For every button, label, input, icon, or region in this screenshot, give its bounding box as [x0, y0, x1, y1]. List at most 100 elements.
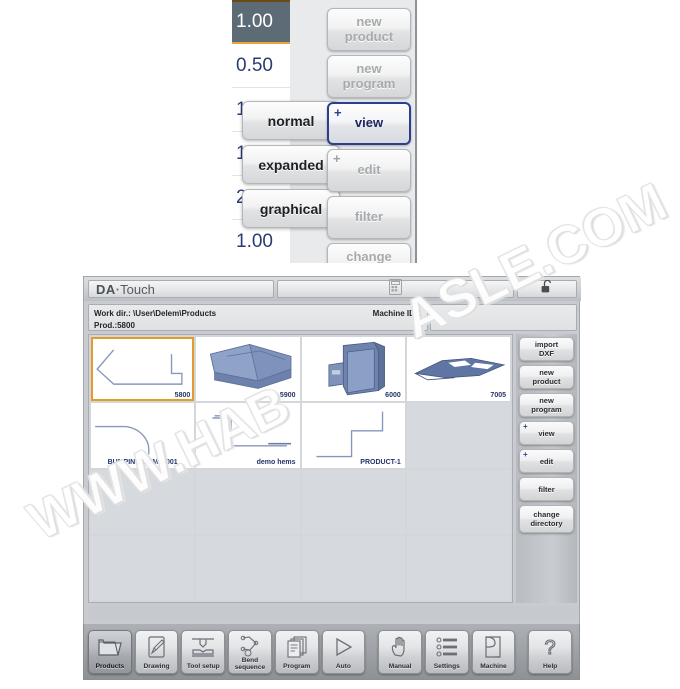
keypad-button[interactable] [277, 278, 514, 300]
plus-icon: + [334, 105, 342, 120]
new-program-button[interactable]: new program [519, 393, 574, 417]
product-tile-demo-hems[interactable]: demo hems [196, 403, 300, 468]
product-tile-5800[interactable]: 5800 [91, 337, 195, 402]
product-label: Prod.: [94, 320, 118, 330]
toolbar-manual-label: Manual [388, 662, 412, 670]
overlay-new-program-button[interactable]: new program [327, 55, 411, 98]
change-directory-line2: directory [530, 519, 563, 528]
toolbar-machine-button[interactable]: Machine [471, 629, 516, 674]
machine-id-text: Machine ID:1 [372, 309, 422, 318]
product-tile-label: PRODUCT-1 [360, 458, 401, 466]
toolbar-settings-label: Settings [433, 662, 460, 670]
product-tile-empty[interactable] [196, 469, 300, 534]
question-mark-icon: ? [536, 634, 564, 660]
bottom-toolbar: Products Drawing Tool setup Bend sequenc… [83, 624, 580, 680]
plus-icon: + [333, 151, 341, 166]
product-tile-product-1[interactable]: PRODUCT-1 [301, 403, 405, 468]
toolbar-tool-setup-button[interactable]: Tool setup [181, 629, 226, 674]
overlay-value-row[interactable]: 1.00 [232, 0, 290, 44]
product-tile-label: 5900 [279, 392, 296, 400]
product-tile-empty[interactable] [196, 535, 300, 600]
machine-page-icon [479, 634, 507, 660]
overlay-edit-button[interactable]: + edit [327, 149, 411, 192]
overlay-new-product-line1: new [356, 13, 382, 29]
product-tile-empty[interactable] [301, 469, 405, 534]
overlay-mode-graphical-button[interactable]: graphical [242, 189, 340, 228]
import-dxf-line1: import [534, 340, 559, 349]
work-dir-text: Work dir.: \User\Delem\Products [94, 308, 216, 320]
toolbar-drawing-button[interactable]: Drawing [134, 629, 179, 674]
overlay-view-button[interactable]: + view [327, 102, 411, 145]
toolbar-help-button[interactable]: ? Help [528, 629, 573, 674]
toolbar-settings-button[interactable]: Settings [424, 629, 469, 674]
overlay-mode-expanded-button[interactable]: expanded [242, 145, 340, 184]
new-product-line2: product [532, 377, 561, 386]
product-tile-empty[interactable] [91, 469, 195, 534]
product-grid-panel: 5800 5900 6000 7005 BUMPING DEMO-001 dem… [88, 334, 513, 603]
filter-button[interactable]: filter [519, 477, 574, 501]
overlay-change-directory-line1: change [346, 248, 392, 263]
new-program-line1: new [539, 396, 554, 405]
overlay-new-program-line1: new [356, 60, 382, 76]
brand-da: DA [96, 281, 116, 297]
product-tile-label: demo hems [256, 458, 296, 466]
edit-button[interactable]: + edit [519, 449, 574, 473]
plus-icon: + [523, 450, 528, 459]
work-dir-value: \User\Delem\Products [132, 309, 217, 318]
overlay-new-product-button[interactable]: new product [327, 8, 411, 51]
svg-text:?: ? [545, 637, 556, 659]
toolbar-manual-button[interactable]: Manual [378, 629, 422, 674]
title-bar: DA · Touch [84, 277, 581, 301]
import-dxf-line2: DXF [539, 349, 554, 358]
overlay-panel: 1.00 0.50 1 1 2 1.00 normal expanded gra… [232, 0, 417, 263]
product-tile-7005[interactable]: 7005 [406, 337, 510, 402]
overlay-mode-normal-button[interactable]: normal [242, 101, 340, 140]
view-button[interactable]: + view [519, 421, 574, 445]
sliders-list-icon [433, 634, 461, 660]
toolbar-help-label: Help [543, 662, 558, 670]
new-product-line1: new [539, 368, 554, 377]
new-product-button[interactable]: new product [519, 365, 574, 389]
brand-touch: Touch [120, 281, 155, 297]
toolbar-bend-sequence-button[interactable]: Bend sequence [228, 629, 272, 674]
import-dxf-button[interactable]: import DXF [519, 337, 574, 361]
toolbar-program-button[interactable]: Program [274, 629, 319, 674]
overlay-filter-button[interactable]: filter [327, 196, 411, 239]
toolbar-products-button[interactable]: Products [88, 629, 132, 674]
folder-icon [96, 634, 124, 660]
toolbar-drawing-label: Drawing [143, 662, 170, 670]
change-directory-button[interactable]: change directory [519, 505, 574, 533]
toolbar-bend-sequence-line2: sequence [234, 663, 266, 671]
lock-button[interactable] [517, 279, 577, 298]
work-dir-label: Work dir.: [94, 309, 131, 318]
product-tile-5900[interactable]: 5900 [196, 337, 300, 402]
overlay-change-directory-button[interactable]: change directory [327, 243, 411, 263]
toolbar-products-label: Products [95, 662, 125, 670]
product-tile-6000[interactable]: 6000 [301, 337, 405, 402]
keypad-icon [389, 278, 402, 300]
application-window: DA · Touch Work dir.: \User\Delem\Produc… [83, 276, 581, 676]
overlay-new-program-line2: program [342, 75, 396, 91]
product-value: 5800 [117, 320, 135, 330]
toolbar-bend-sequence-label: Bend sequence [229, 657, 271, 672]
play-triangle-icon [329, 634, 357, 660]
status-bar-right-slot [430, 304, 577, 331]
overlay-new-product-line2: product [344, 28, 394, 44]
product-tile-label: 7005 [490, 392, 506, 400]
edit-label: edit [539, 456, 554, 466]
filter-label: filter [538, 484, 555, 494]
overlay-edit-label: edit [357, 162, 381, 178]
toolbar-tool-setup-label: Tool setup [186, 662, 220, 670]
product-tile-empty[interactable] [406, 535, 510, 600]
plus-icon: + [523, 422, 528, 431]
toolbar-auto-label: Auto [335, 662, 351, 670]
product-tile-empty[interactable] [91, 535, 195, 600]
product-tile-empty[interactable] [301, 535, 405, 600]
hand-icon [386, 634, 414, 660]
product-tile-bumping-demo-001[interactable]: BUMPING DEMO-001 [91, 403, 195, 468]
product-tile-empty[interactable] [406, 469, 510, 534]
overlay-value-row[interactable]: 0.50 [232, 44, 290, 88]
overlay-view-label: view [354, 115, 384, 131]
toolbar-auto-button[interactable]: Auto [321, 629, 366, 674]
product-tile-empty[interactable] [406, 403, 510, 468]
